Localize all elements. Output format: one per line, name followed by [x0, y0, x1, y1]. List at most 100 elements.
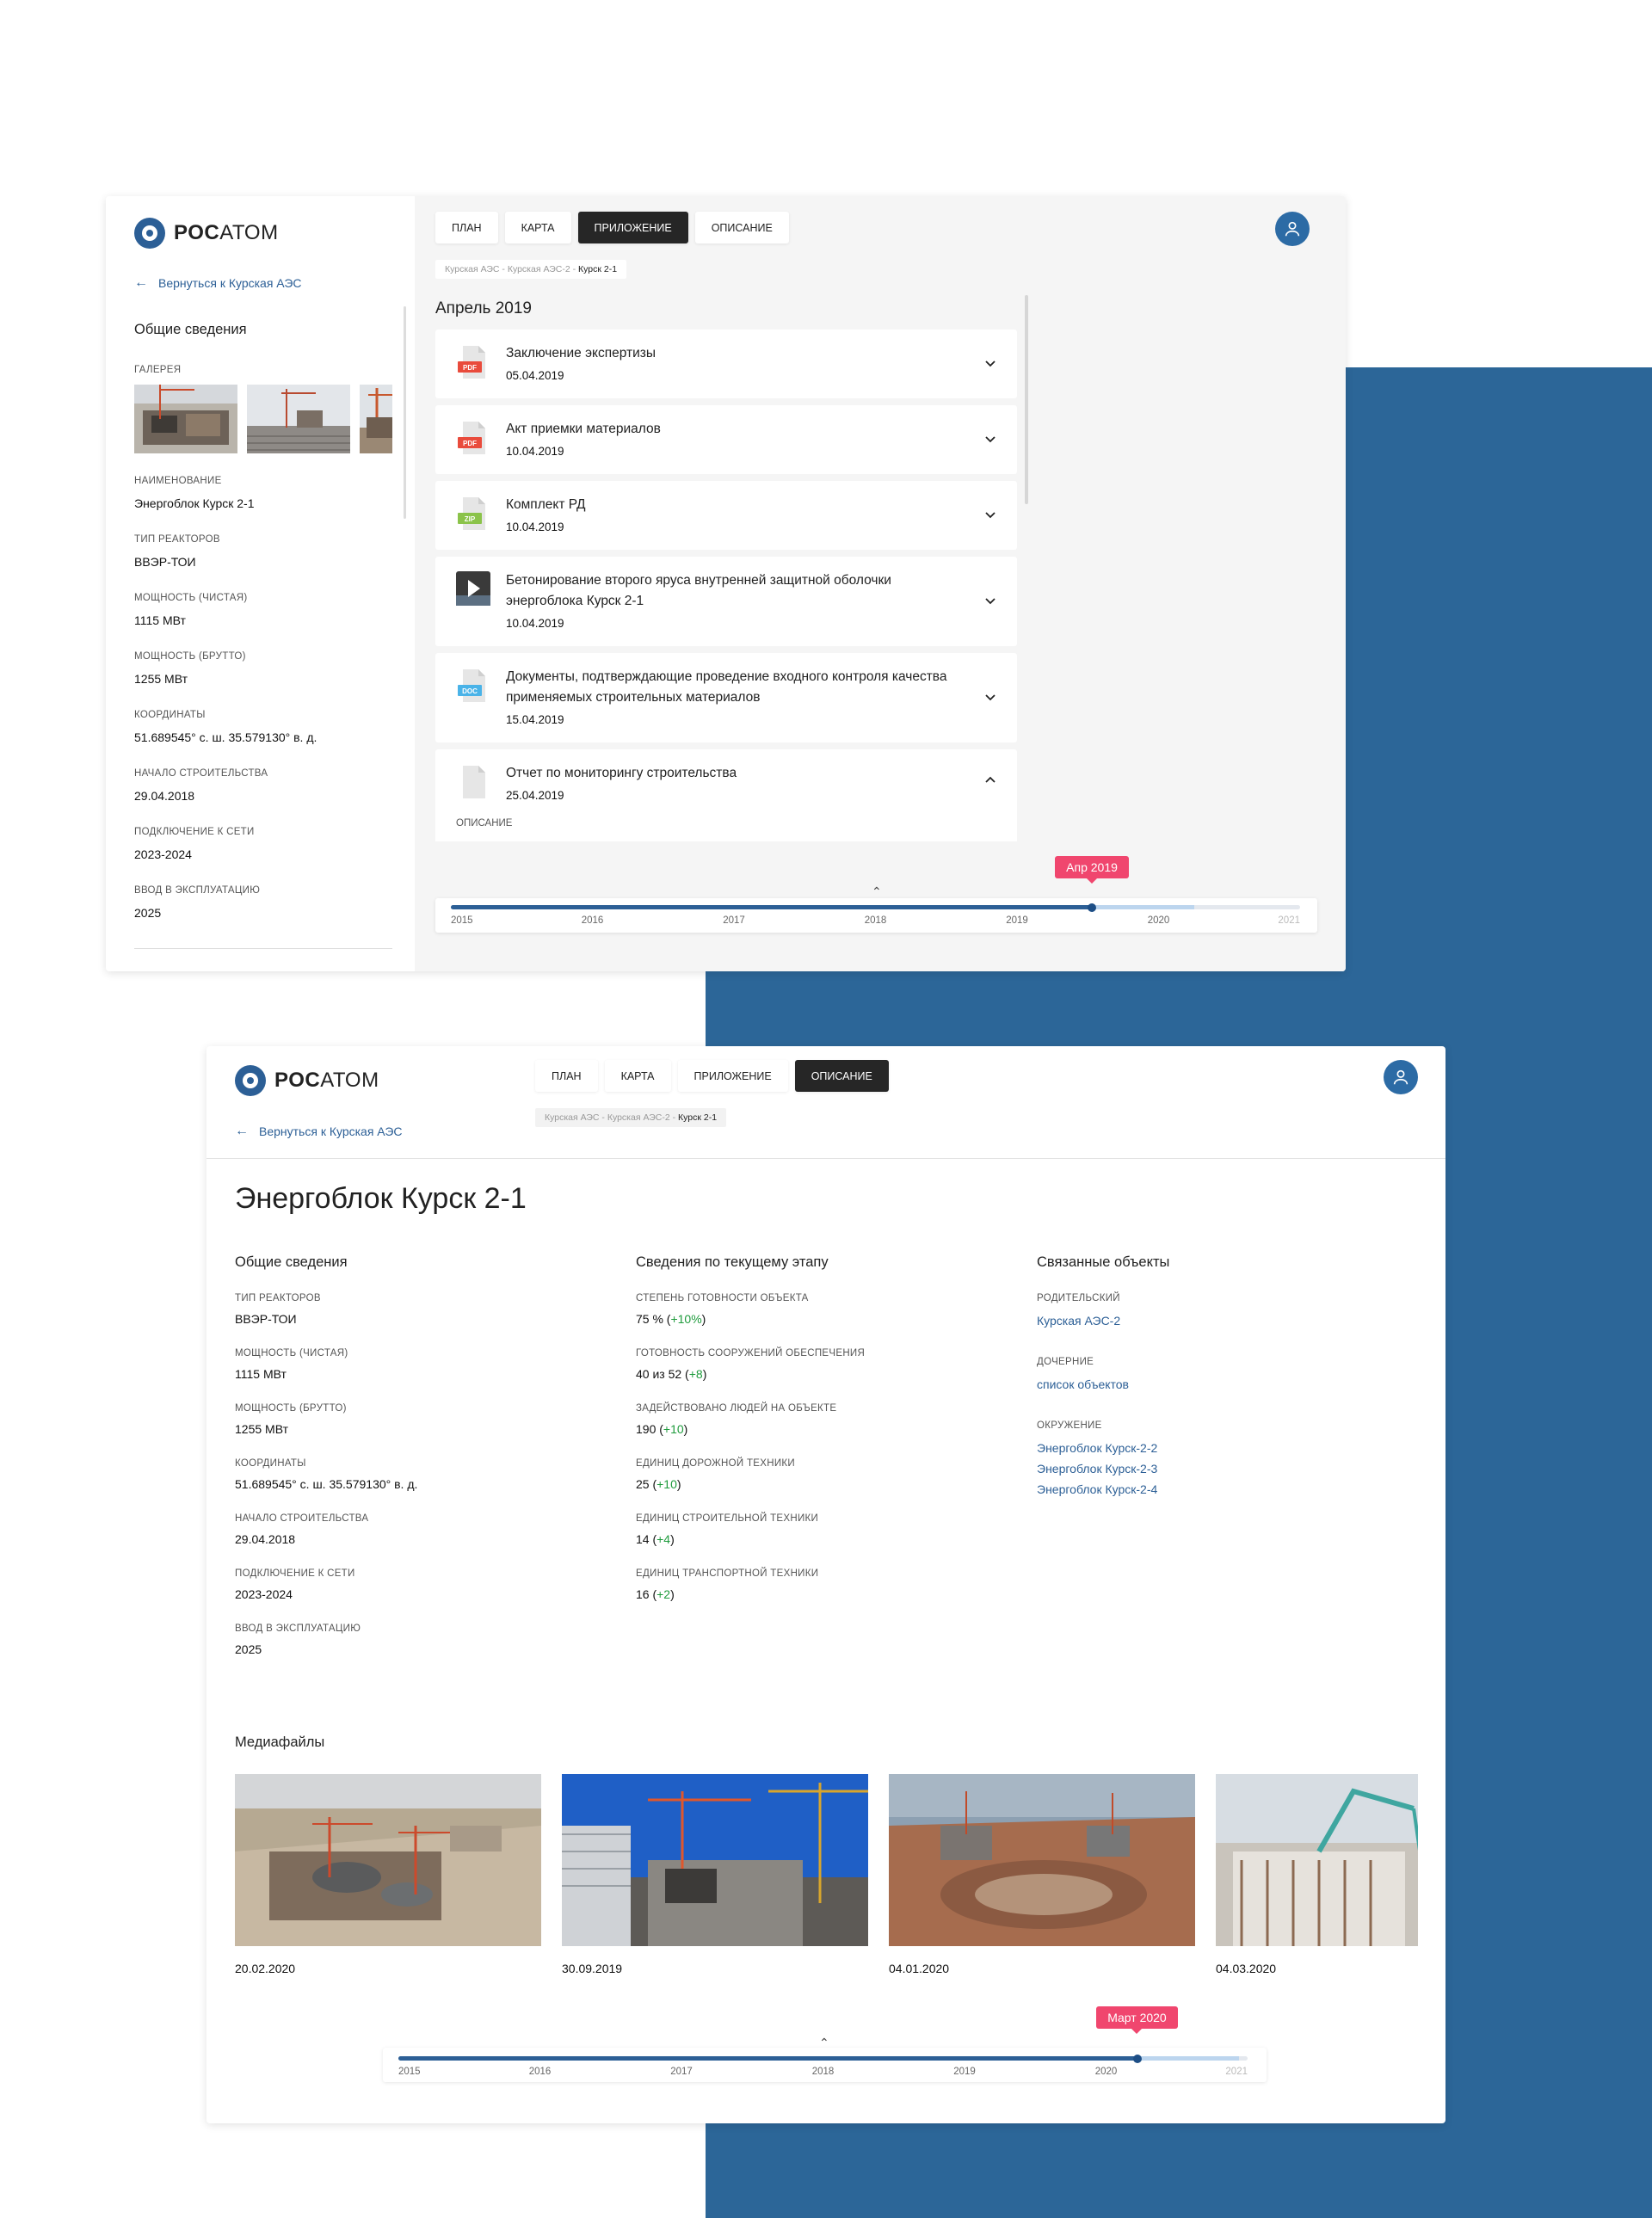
- back-link[interactable]: ← Вернуться к Курская АЭС: [134, 275, 302, 291]
- stage-info-title: Сведения по текущему этапу: [636, 1254, 829, 1270]
- timeline-year-label[interactable]: 2019: [953, 2067, 976, 2077]
- timeline-year-label[interactable]: 2017: [723, 915, 745, 926]
- chevron-down-icon[interactable]: [984, 509, 996, 521]
- timeline-year-label[interactable]: 2016: [529, 2067, 552, 2077]
- tab-map[interactable]: КАРТА: [604, 1060, 671, 1092]
- timeline-year-label[interactable]: 2018: [865, 915, 887, 926]
- document-title: Документы, подтверждающие проведение вхо…: [506, 669, 947, 705]
- timeline-year-label[interactable]: 2020: [1095, 2067, 1118, 2077]
- svg-text:PDF: PDF: [463, 364, 477, 372]
- document-date: 15.04.2019: [506, 713, 564, 726]
- timeline-progress: [398, 2056, 1137, 2061]
- timeline-date-bubble: Апр 2019: [1055, 856, 1129, 884]
- gallery-label: ГАЛЕРЕЯ: [134, 365, 182, 375]
- rosatom-logo[interactable]: РОСАТОМ: [235, 1065, 379, 1096]
- gallery-photo-3[interactable]: [360, 385, 392, 453]
- timeline-year-label[interactable]: 2021: [1225, 2067, 1248, 2077]
- delta-value: +10%: [670, 1312, 702, 1326]
- chevron-down-icon[interactable]: [984, 434, 996, 446]
- stat-road-machinery: ЕДИНИЦ ДОРОЖНОЙ ТЕХНИКИ 25 (+10): [636, 1458, 795, 1491]
- user-avatar[interactable]: [1275, 212, 1310, 246]
- timeline-year-label[interactable]: 2019: [1006, 915, 1028, 926]
- media-card[interactable]: 04.01.2020: [889, 1774, 1195, 1975]
- breadcrumb: Курская АЭС - Курская АЭС-2 - Курск 2-1: [535, 1108, 727, 1127]
- tab-bar: ПЛАН КАРТА ПРИЛОЖЕНИЕ ОПИСАНИЕ: [435, 212, 789, 243]
- document-item[interactable]: PDF Заключение экспертизы 05.04.2019: [435, 330, 1017, 398]
- field-power-gross: МОЩНОСТЬ (БРУТТО) 1255 МВт: [235, 1403, 347, 1436]
- chevron-up-icon[interactable]: ⌃: [872, 884, 882, 899]
- document-item[interactable]: ZIP Комплект РД 10.04.2019: [435, 481, 1017, 550]
- tab-description[interactable]: ОПИСАНИЕ: [794, 1060, 889, 1092]
- related-children: ДОЧЕРНИЕ список объектов: [1037, 1357, 1169, 1395]
- stat-readiness: СТЕПЕНЬ ГОТОВНОСТИ ОБЪЕКТА 75 % (+10%): [636, 1293, 809, 1326]
- gallery-photo-1[interactable]: [134, 385, 237, 453]
- back-link[interactable]: ← Вернуться к Курская АЭС: [235, 1124, 403, 1139]
- related-objects-column: Связанные объекты РОДИТЕЛЬСКИЙ Курская А…: [1037, 1254, 1169, 1522]
- timeline-year-label[interactable]: 2018: [812, 2067, 835, 2077]
- svg-text:ZIP: ZIP: [465, 515, 476, 523]
- media-photo: [889, 1774, 1195, 1946]
- field-construction-start: НАЧАЛО СТРОИТЕЛЬСТВА 29.04.2018: [134, 768, 268, 803]
- timeline-year-label[interactable]: 2016: [582, 915, 604, 926]
- field-grid-connection: ПОДКЛЮЧЕНИЕ К СЕТИ 2023-2024: [235, 1568, 355, 1601]
- left-sidebar: РОСАТОМ ← Вернуться к Курская АЭС Общие …: [106, 196, 415, 971]
- media-date: 30.09.2019: [562, 1962, 623, 1975]
- surrounding-link[interactable]: Энергоблок Курск-2-4: [1037, 1479, 1169, 1500]
- timeline[interactable]: 2015 2016 2017 2018 2019 2020 2021: [435, 898, 1317, 933]
- timeline-year-label[interactable]: 2015: [451, 915, 473, 926]
- document-item[interactable]: PDF Акт приемки материалов 10.04.2019: [435, 405, 1017, 474]
- children-link[interactable]: список объектов: [1037, 1374, 1169, 1395]
- document-item[interactable]: DOC Документы, подтверждающие проведение…: [435, 653, 1017, 742]
- surrounding-link[interactable]: Энергоблок Курск-2-2: [1037, 1438, 1169, 1458]
- general-info-title: Общие сведения: [235, 1254, 348, 1270]
- divider: [134, 948, 392, 949]
- timeline-year-label[interactable]: 2020: [1148, 915, 1170, 926]
- chevron-down-icon[interactable]: [984, 595, 996, 607]
- media-card[interactable]: 20.02.2020: [235, 1774, 541, 1975]
- timeline-year-label[interactable]: 2017: [670, 2067, 693, 2077]
- media-date: 20.02.2020: [235, 1962, 296, 1975]
- timeline-date-bubble: Март 2020: [1096, 2006, 1178, 2034]
- timeline-year-label[interactable]: 2021: [1278, 915, 1300, 926]
- document-list-scrollbar[interactable]: [1025, 295, 1028, 504]
- document-description-label: ОПИСАНИЕ: [456, 818, 513, 829]
- video-file-icon: [456, 571, 490, 606]
- chevron-down-icon[interactable]: [984, 358, 996, 370]
- tab-plan[interactable]: ПЛАН: [435, 212, 498, 243]
- timeline-year-label[interactable]: 2015: [398, 2067, 421, 2077]
- document-item[interactable]: Бетонирование второго яруса внутренней з…: [435, 557, 1017, 646]
- document-list: PDF Заключение экспертизы 05.04.2019 PDF…: [435, 330, 1017, 841]
- rosatom-logo-icon: [235, 1065, 266, 1096]
- parent-link[interactable]: Курская АЭС-2: [1037, 1310, 1169, 1331]
- tab-attachments[interactable]: ПРИЛОЖЕНИЕ: [577, 212, 688, 243]
- delta-value: +4: [656, 1532, 671, 1546]
- user-avatar[interactable]: [1384, 1060, 1418, 1094]
- rosatom-logo[interactable]: РОСАТОМ: [134, 218, 279, 249]
- stat-transport-machinery: ЕДИНИЦ ТРАНСПОРТНОЙ ТЕХНИКИ 16 (+2): [636, 1568, 819, 1601]
- attachments-panel: ПЛАН КАРТА ПРИЛОЖЕНИЕ ОПИСАНИЕ Курская А…: [415, 196, 1346, 971]
- general-info-title: Общие сведения: [134, 322, 247, 337]
- tab-map[interactable]: КАРТА: [504, 212, 571, 243]
- gallery-photo-2[interactable]: [247, 385, 350, 453]
- timeline-track[interactable]: [451, 903, 1300, 912]
- document-item-expanded[interactable]: Отчет по мониторингу строительства 25.04…: [435, 749, 1017, 841]
- timeline-handle[interactable]: [1088, 903, 1097, 912]
- document-title: Отчет по мониторингу строительства: [506, 766, 737, 780]
- chevron-up-icon[interactable]: [984, 773, 996, 786]
- related-surrounding: ОКРУЖЕНИЕ Энергоблок Курск-2-2 Энергобло…: [1037, 1420, 1169, 1500]
- timeline[interactable]: 2015 2016 2017 2018 2019 2020 2021: [383, 2048, 1267, 2082]
- media-date: 04.03.2020: [1216, 1962, 1277, 1975]
- tab-attachments[interactable]: ПРИЛОЖЕНИЕ: [677, 1060, 788, 1092]
- general-info-column: Общие сведения ТИП РЕАКТОРОВ ВВЭР-ТОИ МОЩ…: [235, 1254, 417, 1679]
- surrounding-link[interactable]: Энергоблок Курск-2-3: [1037, 1458, 1169, 1479]
- chevron-down-icon[interactable]: [984, 692, 996, 704]
- tab-plan[interactable]: ПЛАН: [535, 1060, 598, 1092]
- stat-people: ЗАДЕЙСТВОВАНО ЛЮДЕЙ НА ОБЪЕКТЕ 190 (+10): [636, 1403, 837, 1436]
- timeline-handle[interactable]: [1132, 2054, 1142, 2063]
- chevron-up-icon[interactable]: ⌃: [819, 2036, 829, 2050]
- media-card[interactable]: 30.09.2019: [562, 1774, 868, 1975]
- timeline-track[interactable]: [398, 2054, 1248, 2063]
- media-card[interactable]: 04.03.2020: [1216, 1774, 1418, 1975]
- sidebar-scrollbar[interactable]: [404, 306, 406, 519]
- tab-description[interactable]: ОПИСАНИЕ: [694, 212, 789, 243]
